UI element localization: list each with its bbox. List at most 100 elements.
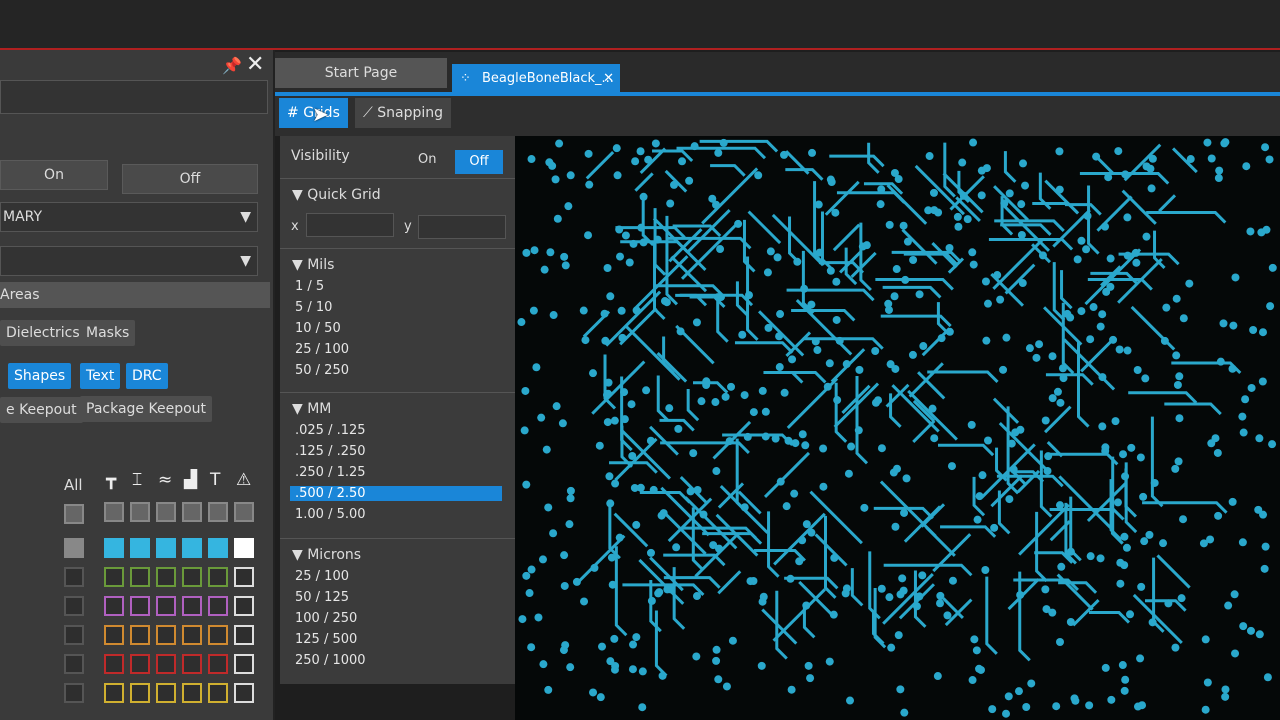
- layer-color-swatch[interactable]: [104, 538, 124, 558]
- close-tab-icon[interactable]: ✕: [603, 64, 614, 94]
- chip-keepout[interactable]: e Keepout: [0, 397, 83, 423]
- panel-field[interactable]: [0, 80, 268, 114]
- grid-option[interactable]: .125 / .250: [295, 444, 366, 459]
- layer-color-swatch[interactable]: [156, 654, 176, 674]
- layer-color-swatch[interactable]: [182, 625, 202, 645]
- layer-color-swatch[interactable]: [130, 538, 150, 558]
- via-icon[interactable]: ┳: [106, 470, 116, 490]
- grid-option[interactable]: .025 / .125: [295, 423, 366, 438]
- grid-option[interactable]: .250 / 1.25: [295, 465, 366, 480]
- off-button[interactable]: Off: [122, 164, 258, 194]
- layer-color-swatch[interactable]: [104, 683, 124, 703]
- chip-dielectrics[interactable]: Dielectrics: [0, 320, 86, 346]
- layer-color-swatch[interactable]: [234, 625, 254, 645]
- row-toggle[interactable]: [64, 683, 84, 703]
- column-toggle[interactable]: [234, 502, 254, 522]
- quick-grid-title[interactable]: ▼ Quick Grid: [292, 187, 381, 203]
- layer-color-swatch[interactable]: [208, 625, 228, 645]
- chip-masks[interactable]: Masks: [80, 320, 136, 346]
- section-title[interactable]: ▼ MM: [292, 401, 331, 417]
- layer-select[interactable]: MARY ▼: [0, 202, 258, 232]
- layer-color-swatch[interactable]: [156, 625, 176, 645]
- column-toggle[interactable]: [130, 502, 150, 522]
- layer-color-swatch[interactable]: [130, 596, 150, 616]
- layer-color-swatch[interactable]: [208, 596, 228, 616]
- layer-color-swatch[interactable]: [156, 596, 176, 616]
- second-select[interactable]: ▼: [0, 246, 258, 276]
- close-icon[interactable]: ✕: [246, 52, 264, 77]
- row-toggle[interactable]: [64, 654, 84, 674]
- layer-color-swatch[interactable]: [130, 654, 150, 674]
- all-toggle[interactable]: [64, 504, 84, 524]
- grid-option[interactable]: 125 / 500: [295, 632, 357, 647]
- layer-color-swatch[interactable]: [182, 538, 202, 558]
- grid-option[interactable]: 25 / 100: [295, 342, 349, 357]
- layer-color-swatch[interactable]: [208, 654, 228, 674]
- y-input[interactable]: [418, 215, 506, 239]
- layer-color-swatch[interactable]: [234, 596, 254, 616]
- section-title[interactable]: ▼ Mils: [292, 257, 334, 273]
- chip-drc[interactable]: DRC: [126, 363, 168, 389]
- row-toggle[interactable]: [64, 625, 84, 645]
- grid-option[interactable]: 50 / 250: [295, 363, 349, 378]
- grid-option[interactable]: 5 / 10: [295, 300, 332, 315]
- layer-color-swatch[interactable]: [156, 538, 176, 558]
- layer-color-swatch[interactable]: [208, 567, 228, 587]
- layer-color-swatch[interactable]: [104, 625, 124, 645]
- pcb-canvas[interactable]: [515, 136, 1280, 720]
- pad-icon[interactable]: ⌶: [132, 470, 142, 490]
- layer-color-swatch[interactable]: [156, 567, 176, 587]
- layer-color-swatch[interactable]: [130, 625, 150, 645]
- layer-color-swatch[interactable]: [208, 538, 228, 558]
- column-toggle[interactable]: [182, 502, 202, 522]
- layer-color-swatch[interactable]: [234, 567, 254, 587]
- chip-text[interactable]: Text: [80, 363, 121, 389]
- trace: [1045, 373, 1094, 386]
- layer-color-swatch[interactable]: [182, 567, 202, 587]
- pin-icon[interactable]: 📌: [222, 56, 242, 75]
- chip-shapes[interactable]: Shapes: [8, 363, 72, 389]
- row-toggle[interactable]: [64, 538, 84, 558]
- layer-color-swatch[interactable]: [234, 683, 254, 703]
- grid-option[interactable]: 1 / 5: [295, 279, 324, 294]
- layer-color-swatch[interactable]: [156, 683, 176, 703]
- x-input[interactable]: [306, 213, 394, 237]
- layer-color-swatch[interactable]: [182, 596, 202, 616]
- drc-icon[interactable]: ⚠: [236, 470, 251, 490]
- section-title[interactable]: ▼ Microns: [292, 547, 361, 563]
- trace: [761, 608, 798, 645]
- layer-color-swatch[interactable]: [104, 596, 124, 616]
- row-toggle[interactable]: [64, 596, 84, 616]
- chip-package-keepout[interactable]: Package Keepout: [80, 396, 213, 422]
- layer-color-swatch[interactable]: [234, 654, 254, 674]
- trace-icon[interactable]: ≈: [158, 470, 172, 490]
- text-icon[interactable]: T: [210, 470, 220, 490]
- layer-color-swatch[interactable]: [182, 654, 202, 674]
- layer-color-swatch[interactable]: [130, 567, 150, 587]
- layer-color-swatch[interactable]: [234, 538, 254, 558]
- layer-color-swatch[interactable]: [208, 683, 228, 703]
- grid-option[interactable]: .500 / 2.50: [290, 486, 502, 501]
- column-toggle[interactable]: [104, 502, 124, 522]
- tab-start-page[interactable]: Start Page: [275, 58, 447, 88]
- grid-option[interactable]: 25 / 100: [295, 569, 349, 584]
- via: [898, 574, 907, 583]
- visibility-off[interactable]: Off: [455, 150, 503, 174]
- layer-color-swatch[interactable]: [104, 654, 124, 674]
- layer-color-swatch[interactable]: [182, 683, 202, 703]
- layer-color-swatch[interactable]: [130, 683, 150, 703]
- grid-option[interactable]: 250 / 1000: [295, 653, 366, 668]
- column-toggle[interactable]: [208, 502, 228, 522]
- grid-option[interactable]: 100 / 250: [295, 611, 357, 626]
- visibility-on[interactable]: On: [418, 152, 436, 167]
- grid-option[interactable]: 10 / 50: [295, 321, 341, 336]
- layer-color-swatch[interactable]: [104, 567, 124, 587]
- row-toggle[interactable]: [64, 567, 84, 587]
- grid-option[interactable]: 1.00 / 5.00: [295, 507, 366, 522]
- shape-icon[interactable]: ▟: [184, 470, 197, 490]
- tab-beaglebone[interactable]: ⁘ BeagleBoneBlack_... ✕: [452, 64, 620, 94]
- grid-option[interactable]: 50 / 125: [295, 590, 349, 605]
- snapping-button[interactable]: ⟋ Snapping: [355, 98, 452, 128]
- column-toggle[interactable]: [156, 502, 176, 522]
- on-button[interactable]: On: [0, 160, 108, 190]
